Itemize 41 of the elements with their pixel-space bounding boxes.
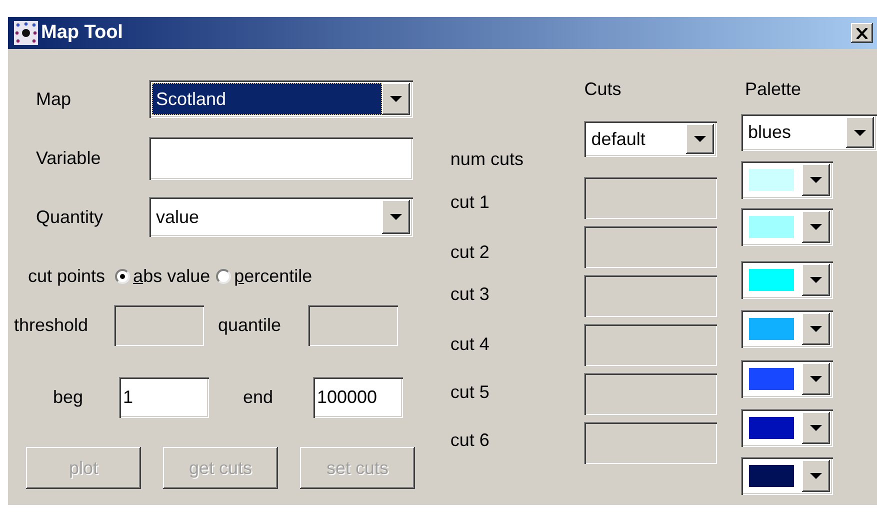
color-dropdown[interactable]: [740, 457, 833, 495]
map-dropdown[interactable]: Scotland: [149, 80, 413, 118]
radio-option[interactable]: percentile: [216, 266, 312, 286]
color-dropdown[interactable]: [740, 310, 833, 348]
field-label: threshold: [13, 315, 90, 336]
field-label: Variable: [35, 148, 102, 169]
color-dropdown[interactable]: [740, 161, 833, 199]
radio-option[interactable]: abs value: [115, 266, 210, 286]
dropdown-value: blues: [746, 121, 792, 144]
window-title: Map Tool: [41, 22, 124, 44]
field-label: Quantity: [35, 206, 104, 228]
dropdown-value: value: [155, 206, 200, 228]
field-label: end: [242, 387, 274, 408]
column-heading: Palette: [744, 78, 802, 100]
num-cuts-dropdown[interactable]: default: [584, 121, 718, 157]
end-field[interactable]: 100000: [313, 377, 403, 418]
field-label: beg: [52, 387, 84, 408]
field-label: Map: [35, 88, 72, 110]
palette-dropdown[interactable]: blues: [740, 114, 877, 151]
field-label: num cuts: [450, 149, 524, 170]
app-icon: [14, 21, 38, 45]
quantity-dropdown[interactable]: value: [149, 197, 413, 237]
variable-field[interactable]: [149, 137, 413, 180]
color-dropdown[interactable]: [740, 208, 833, 246]
color-dropdown[interactable]: [740, 360, 833, 398]
field-label: cut 1: [450, 191, 490, 214]
color-dropdown[interactable]: [740, 261, 833, 299]
dropdown-value: default: [590, 128, 646, 150]
field-label: cut points: [27, 266, 106, 286]
dropdown-value: Scotland: [152, 83, 382, 115]
field-label: cut 2: [450, 241, 490, 264]
field-label: cut 5: [450, 381, 490, 404]
field-label: cut 3: [450, 283, 490, 306]
field-label: cut 4: [450, 333, 490, 356]
field-label: quantile: [217, 315, 282, 336]
column-heading: Cuts: [584, 78, 622, 100]
color-dropdown[interactable]: [740, 409, 833, 447]
field-label: cut 6: [450, 429, 490, 452]
close-button[interactable]: [851, 23, 873, 43]
beg-field[interactable]: 1: [119, 377, 209, 418]
close-icon: [856, 28, 868, 38]
